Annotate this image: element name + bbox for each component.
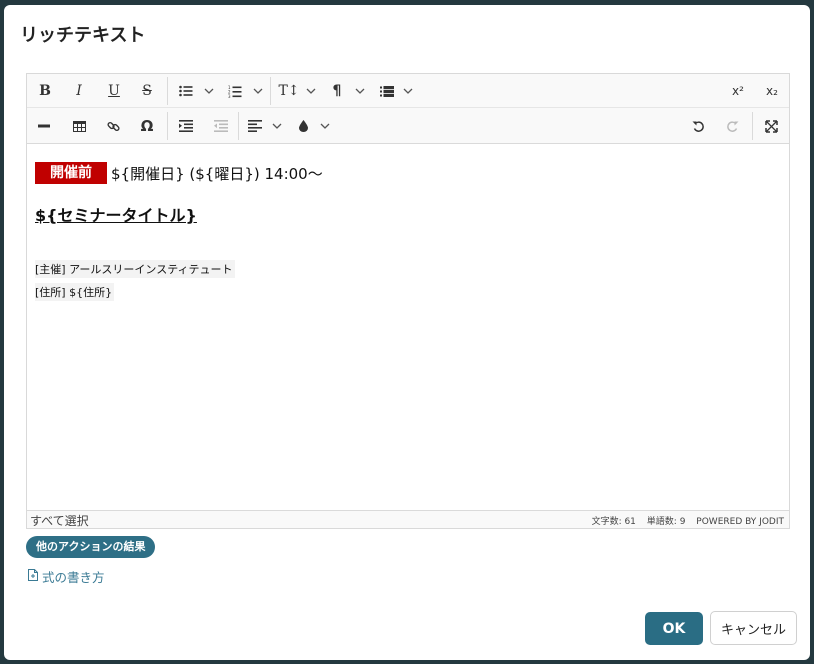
- chevron-down-icon[interactable]: [353, 78, 367, 104]
- color-drop-icon[interactable]: [295, 113, 311, 139]
- event-line: 開催前 ${開催日} (${曜日}) 14:00〜: [35, 162, 323, 184]
- status-badge: 開催前: [35, 162, 107, 184]
- chevron-down-icon[interactable]: [202, 78, 216, 104]
- svg-text:3: 3: [228, 94, 231, 98]
- address-line: [住所] ${住所}: [35, 283, 115, 301]
- align-left-icon[interactable]: [246, 113, 264, 139]
- superscript-icon[interactable]: x²: [727, 78, 749, 104]
- editor-toolbar: B I U S 123 T↕ ¶ x² x₂ Ω: [27, 74, 789, 144]
- bold-icon[interactable]: B: [35, 78, 55, 104]
- editor-statusbar: すべて選択 文字数: 61 単語数: 9 POWERED BY JODIT: [27, 510, 789, 528]
- toolbar-separator: [270, 77, 271, 105]
- toolbar-separator: [238, 112, 239, 140]
- chevron-down-icon[interactable]: [318, 113, 332, 139]
- toolbar-separator: [167, 112, 168, 140]
- underline-icon[interactable]: U: [104, 78, 124, 104]
- toolbar-row-2: Ω: [27, 109, 789, 143]
- font-size-icon[interactable]: T↕: [278, 78, 299, 104]
- toolbar-separator: [167, 77, 168, 105]
- seminar-title: ${セミナータイトル}: [35, 206, 197, 225]
- host-line: [主催] アールスリーインスティテュート: [35, 260, 235, 278]
- select-all-path[interactable]: すべて選択: [30, 512, 89, 529]
- ok-button[interactable]: OK: [645, 612, 703, 645]
- toolbar-separator: [752, 112, 753, 140]
- redo-icon[interactable]: [723, 113, 741, 139]
- cancel-button[interactable]: キャンセル: [710, 611, 797, 645]
- chevron-down-icon[interactable]: [251, 78, 265, 104]
- italic-icon[interactable]: I: [69, 78, 89, 104]
- numbered-list-icon[interactable]: 123: [226, 78, 244, 104]
- status-counts: 文字数: 61 単語数: 9 POWERED BY JODIT: [584, 514, 784, 527]
- rich-text-dialog: リッチテキスト B I U S 123 T↕ ¶ x² x₂ Ω 開催前 ${開…: [4, 5, 810, 660]
- strikethrough-icon[interactable]: S: [137, 78, 157, 104]
- document-icon: [28, 569, 38, 584]
- char-count: 文字数: 61: [591, 517, 636, 527]
- event-date-text: ${開催日} (${曜日}) 14:00〜: [111, 164, 323, 183]
- table-icon[interactable]: [70, 113, 88, 139]
- paragraph-icon[interactable]: ¶: [329, 78, 345, 104]
- chevron-down-icon[interactable]: [304, 78, 318, 104]
- word-count: 単語数: 9: [646, 517, 686, 527]
- chevron-down-icon[interactable]: [401, 78, 415, 104]
- formula-help-link[interactable]: 式の書き方: [28, 567, 105, 586]
- rich-text-editor: B I U S 123 T↕ ¶ x² x₂ Ω 開催前 ${開催日} (${曜…: [26, 73, 790, 529]
- powered-by-link[interactable]: POWERED BY JODIT: [696, 517, 784, 527]
- bullet-list-icon[interactable]: [177, 78, 195, 104]
- formula-link-label: 式の書き方: [42, 570, 105, 585]
- fullsize-icon[interactable]: [762, 113, 780, 139]
- block-style-icon[interactable]: [378, 78, 396, 104]
- toolbar-row-1: B I U S 123 T↕ ¶ x² x₂: [27, 74, 789, 108]
- undo-icon[interactable]: [689, 113, 707, 139]
- dialog-title: リッチテキスト: [20, 25, 146, 46]
- subscript-icon[interactable]: x₂: [761, 78, 783, 104]
- horizontal-rule-icon[interactable]: [35, 113, 53, 139]
- outdent-icon[interactable]: [212, 113, 230, 139]
- indent-icon[interactable]: [177, 113, 195, 139]
- other-action-result-chip[interactable]: 他のアクションの結果: [26, 536, 156, 558]
- chevron-down-icon[interactable]: [270, 113, 284, 139]
- omega-icon[interactable]: Ω: [137, 113, 157, 139]
- link-icon[interactable]: [104, 113, 122, 139]
